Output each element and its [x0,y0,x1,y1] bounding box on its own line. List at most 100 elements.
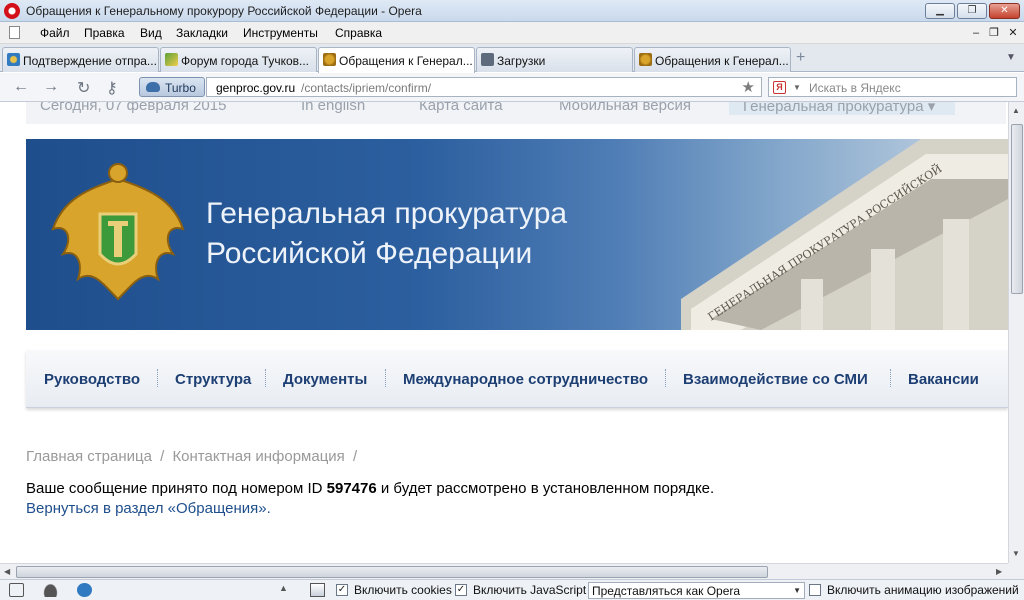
nav-structure[interactable]: Структура [175,371,251,388]
nav-divider [665,369,666,387]
scroll-up-arrow-icon[interactable]: ▲ [1012,106,1020,115]
scroll-left-arrow-icon[interactable]: ◀ [4,567,10,576]
javascript-label: Включить JavaScript [473,583,587,597]
tab-menu-chevron-down-icon[interactable]: ▼ [1006,52,1016,63]
mobile-version-link[interactable]: Мобильная версия [559,102,691,114]
tab-label: Форум города Тучков... [181,54,310,68]
emblem-icon [323,53,336,66]
opera-logo-icon [4,3,20,19]
search-engine-chevron-down-icon[interactable]: ▼ [793,83,801,92]
site-title-line-2: Российской Федерации [206,237,533,270]
message-text-after: и будет рассмотрено в установленном поря… [376,480,715,497]
site-title: Генеральная прокуратура Российской Федер… [206,194,567,274]
panel-toggle-icon[interactable] [9,583,24,597]
new-tab-button[interactable]: + [796,49,805,67]
page-content: Сегодня, 07 февраля 2015 In english Карт… [0,102,1008,563]
tab-appeals-active[interactable]: Обращения к Генерал... [318,47,475,73]
tab-label: Обращения к Генерал... [655,54,789,68]
turbo-label: Turbo [165,81,196,95]
tab-label: Загрузки [497,54,546,68]
mdi-minimize-button[interactable]: – [968,25,984,40]
scroll-right-arrow-icon[interactable]: ▶ [996,567,1002,576]
nav-leadership[interactable]: Руководство [44,371,140,388]
search-input[interactable]: Я ▼ Искать в Яндекс [768,77,1017,97]
restore-button[interactable]: ❐ [957,3,987,19]
nav-divider [890,369,891,387]
nav-international-cooperation[interactable]: Международное сотрудничество [403,371,648,388]
vertical-scroll-thumb[interactable] [1011,124,1023,294]
english-link[interactable]: In english [301,102,365,114]
menu-view[interactable]: Вид [140,26,162,40]
address-field[interactable]: genproc.gov.ru /contacts/ipriem/confirm/… [206,77,762,97]
scrollbar-corner [1008,563,1024,579]
menu-bookmarks[interactable]: Закладки [176,26,228,40]
nav-divider [157,369,158,387]
nav-documents[interactable]: Документы [283,371,367,388]
turbo-icon [146,82,160,92]
bookmark-star-icon[interactable]: ★ [742,78,755,96]
breadcrumb: Главная страница / Контактная информация… [26,448,361,465]
yandex-icon: Я [773,81,786,94]
breadcrumb-separator: / [160,448,165,465]
menu-edit[interactable]: Правка [84,26,125,40]
site-title-line-1: Генеральная прокуратура [206,197,568,230]
animation-checkbox[interactable] [809,584,821,596]
tab-appeals-2[interactable]: Обращения к Генерал... [634,47,791,72]
tab-forum[interactable]: Форум города Тучков... [160,47,317,72]
back-arrow-icon[interactable]: ← [13,78,29,96]
images-toggle-icon[interactable] [310,583,325,597]
prosecutor-emblem-icon [51,163,185,301]
prosecution-dropdown[interactable]: Генеральная прокуратура ▾ [729,102,955,115]
reload-icon[interactable]: ↻ [77,78,90,98]
url-domain: genproc.gov.ru [216,81,296,95]
speed-dial-icon[interactable] [77,583,92,597]
tab-label: Подтверждение отпра... [23,54,157,68]
nav-divider [385,369,386,387]
nav-media-relations[interactable]: Взаимодействие со СМИ [683,371,868,388]
tab-confirmation[interactable]: Подтверждение отпра... [2,47,159,72]
close-button[interactable]: ✕ [989,3,1020,19]
nav-divider [265,369,266,387]
upload-icon[interactable]: ▲ [279,583,288,593]
unite-cloud-icon[interactable] [43,583,58,597]
forward-arrow-icon[interactable]: → [43,78,59,96]
message-id: 597476 [326,480,377,497]
tab-downloads[interactable]: Загрузки [476,47,633,72]
back-to-appeals-link[interactable]: Вернуться в раздел «Обращения». [26,500,271,517]
site-main-nav: Руководство Структура Документы Междунар… [26,350,1008,408]
horizontal-scrollbar[interactable]: ◀ ▶ [0,563,1008,579]
minimize-button[interactable]: ▁ [925,3,955,19]
nav-vacancies[interactable]: Вакансии [908,371,979,388]
breadcrumb-home-link[interactable]: Главная страница [26,448,152,465]
turbo-button[interactable]: Turbo [139,77,205,97]
emblem-icon [639,53,652,66]
key-icon[interactable]: ⚷ [106,78,118,98]
breadcrumb-contacts-link[interactable]: Контактная информация [172,448,344,465]
javascript-checkbox[interactable]: ✓ [455,584,467,596]
chevron-down-icon: ▼ [793,586,801,595]
mdi-close-button[interactable]: ✕ [1005,25,1021,40]
menu-tools[interactable]: Инструменты [243,26,318,40]
scroll-down-arrow-icon[interactable]: ▼ [1012,549,1020,558]
search-placeholder: Искать в Яндекс [809,81,901,95]
animation-label: Включить анимацию изображений [827,583,1019,597]
horizontal-scroll-thumb[interactable] [16,566,768,578]
site-banner: Генеральная прокуратура Российской Федер… [26,139,1008,330]
cookies-checkbox[interactable]: ✓ [336,584,348,596]
mdi-restore-button[interactable]: ❐ [986,25,1002,40]
menu-file[interactable]: Файл [40,26,70,40]
menu-help[interactable]: Справка [335,26,382,40]
tab-bar: Подтверждение отпра... Форум города Тучк… [0,44,1024,73]
sitemap-link[interactable]: Карта сайта [419,102,503,114]
site-top-strip: Сегодня, 07 февраля 2015 In english Карт… [26,102,1006,124]
breadcrumb-separator: / [352,448,358,465]
download-icon [481,53,494,66]
vertical-scrollbar[interactable]: ▲ ▼ [1008,102,1024,563]
page-icon[interactable] [9,26,20,39]
globe-icon [7,53,20,66]
prosecution-dropdown-label: Генеральная прокуратура [743,102,924,115]
current-date: Сегодня, 07 февраля 2015 [40,102,227,114]
map-icon [165,53,178,66]
identify-as-value: Представляться как Opera [592,584,741,598]
identify-as-select[interactable]: Представляться как Opera ▼ [588,582,805,599]
